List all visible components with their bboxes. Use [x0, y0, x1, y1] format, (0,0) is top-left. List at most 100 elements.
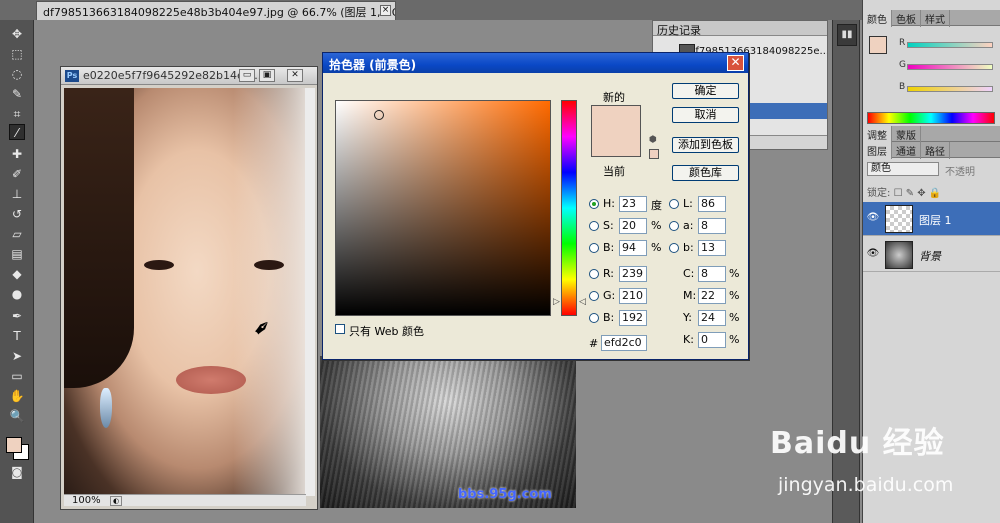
dialog-close-button[interactable]: ✕	[727, 55, 744, 71]
h-input[interactable]: 23	[619, 196, 647, 212]
new-color-swatch	[591, 105, 641, 157]
lab-b-radio[interactable]	[669, 243, 679, 253]
tab-layers[interactable]: 图层	[863, 142, 892, 159]
zoom-level[interactable]: 100%	[72, 495, 101, 506]
r-input[interactable]: 239	[619, 266, 647, 282]
minimize-button[interactable]: ▭	[239, 69, 255, 82]
layer-row[interactable]: 👁 图层 1	[863, 202, 1000, 236]
g-radio[interactable]	[589, 291, 599, 301]
b-slider[interactable]	[907, 86, 993, 92]
restore-button[interactable]: ▣	[259, 69, 275, 82]
portrait-image[interactable]: ✒	[64, 88, 306, 496]
dialog-title: 拾色器 (前景色)	[329, 58, 417, 72]
hue-arrow-left-icon[interactable]: ▷	[553, 297, 560, 307]
l-radio[interactable]	[669, 199, 679, 209]
crop-tool-icon[interactable]: ⌗	[9, 106, 25, 122]
k-input[interactable]: 0	[698, 332, 726, 348]
y-input[interactable]: 24	[698, 310, 726, 326]
r-slider[interactable]	[907, 42, 993, 48]
zoom-tool-icon[interactable]: 🔍	[9, 408, 25, 424]
l-input[interactable]: 86	[698, 196, 726, 212]
right-panel-dock: 颜色 色板 样式 R G B 调整 蒙版 图层 通道 路径 颜色 不透明 锁定: ☐ ✎ …	[862, 0, 1000, 523]
h-radio[interactable]	[589, 199, 599, 209]
color-field[interactable]	[335, 100, 551, 316]
lock-all-icon[interactable]: 🔒	[929, 188, 941, 199]
healing-brush-tool-icon[interactable]: ✚	[9, 146, 25, 162]
web-safe-cube-icon[interactable]: ⬢	[649, 135, 659, 145]
dialog-titlebar[interactable]: 拾色器 (前景色) ✕	[323, 53, 748, 73]
lab-b-input[interactable]: 13	[698, 240, 726, 256]
panel-dock-collapsed: ▮▮	[832, 20, 860, 523]
close-icon[interactable]: ×	[380, 5, 391, 16]
marquee-tool-icon[interactable]: ⬚	[9, 46, 25, 62]
lock-paint-icon[interactable]: ✎	[906, 188, 914, 199]
c-input[interactable]: 8	[698, 266, 726, 282]
hue-arrow-right-icon[interactable]: ◁	[579, 297, 586, 307]
b-input[interactable]: 94	[619, 240, 647, 256]
quick-mask-icon[interactable]: ◙	[9, 464, 25, 480]
quick-select-tool-icon[interactable]: ✎	[9, 86, 25, 102]
eraser-tool-icon[interactable]: ▱	[9, 226, 25, 242]
layers-tab-bar: 图层 通道 路径	[863, 142, 1000, 159]
tab-adjustments[interactable]: 调整	[863, 126, 892, 143]
close-button[interactable]: ✕	[287, 69, 303, 82]
eye-icon[interactable]: 👁	[866, 248, 880, 260]
gradient-tool-icon[interactable]: ▤	[9, 246, 25, 262]
lock-transparency-icon[interactable]: ☐	[894, 188, 903, 199]
color-spectrum[interactable]	[867, 112, 995, 124]
history-brush-tool-icon[interactable]: ↺	[9, 206, 25, 222]
m-input[interactable]: 22	[698, 288, 726, 304]
type-tool-icon[interactable]: T	[9, 328, 25, 344]
web-safe-swatch[interactable]	[649, 149, 659, 159]
blend-mode-select[interactable]: 颜色	[867, 162, 939, 176]
blue-radio[interactable]	[589, 313, 599, 323]
history-tab[interactable]: 历史记录	[653, 21, 827, 37]
a-radio[interactable]	[669, 221, 679, 231]
hand-tool-icon[interactable]: ✋	[9, 388, 25, 404]
r-radio[interactable]	[589, 269, 599, 279]
status-menu-icon[interactable]: ◐	[110, 496, 122, 506]
tab-paths[interactable]: 路径	[921, 142, 950, 159]
tools-panel: ✥ ⬚ ◌ ✎ ⌗ ⁄ ✚ ✐ ⊥ ↺ ▱ ▤ ◆ ● ✒ T ➤ ▭ ✋ 🔍 …	[0, 20, 34, 523]
ok-button[interactable]: 确定	[672, 83, 739, 99]
pen-tool-icon[interactable]: ✒	[9, 308, 25, 324]
panel-foreground-swatch[interactable]	[869, 36, 887, 54]
hue-slider[interactable]	[561, 100, 577, 316]
eyedropper-tool-icon[interactable]: ⁄	[9, 124, 25, 140]
cancel-button[interactable]: 取消	[672, 107, 739, 123]
tab-channels[interactable]: 通道	[892, 142, 921, 159]
s-radio[interactable]	[589, 221, 599, 231]
tab-swatches[interactable]: 色板	[892, 10, 921, 27]
lock-move-icon[interactable]: ✥	[917, 188, 925, 199]
shape-tool-icon[interactable]: ▭	[9, 368, 25, 384]
web-colors-only-checkbox[interactable]	[335, 324, 345, 334]
clone-stamp-tool-icon[interactable]: ⊥	[9, 186, 25, 202]
a-input[interactable]: 8	[698, 218, 726, 234]
brush-tool-icon[interactable]: ✐	[9, 166, 25, 182]
hex-input[interactable]: efd2c0	[601, 335, 647, 351]
lock-row: 锁定: ☐ ✎ ✥ 🔒	[867, 184, 941, 199]
blur-tool-icon[interactable]: ◆	[9, 266, 25, 282]
tab-color[interactable]: 颜色	[863, 10, 892, 27]
document-window-titlebar[interactable]: Ps e0220e5f7f9645292e82b14e4... ▭ ▣ ✕	[61, 67, 317, 85]
foreground-color-swatch[interactable]	[6, 437, 22, 453]
b-radio[interactable]	[589, 243, 599, 253]
color-picker-circle[interactable]	[374, 110, 384, 120]
history-panel-icon[interactable]: ▮▮	[837, 24, 857, 46]
path-select-tool-icon[interactable]: ➤	[9, 348, 25, 364]
lasso-tool-icon[interactable]: ◌	[9, 66, 25, 82]
g-slider[interactable]	[907, 64, 993, 70]
vertical-scrollbar[interactable]	[305, 88, 315, 496]
color-library-button[interactable]: 颜色库	[672, 165, 739, 181]
s-input[interactable]: 20	[619, 218, 647, 234]
move-tool-icon[interactable]: ✥	[9, 26, 25, 42]
blue-input[interactable]: 192	[619, 310, 647, 326]
tab-masks[interactable]: 蒙版	[892, 126, 921, 143]
eye-icon[interactable]: 👁	[866, 212, 880, 224]
tab-styles[interactable]: 样式	[921, 10, 950, 27]
document-tab[interactable]: df798513663184098225e48b3b404e97.jpg @ 6…	[36, 1, 396, 20]
add-to-swatches-button[interactable]: 添加到色板	[672, 137, 739, 153]
dodge-tool-icon[interactable]: ●	[9, 286, 25, 302]
g-input[interactable]: 210	[619, 288, 647, 304]
layer-row[interactable]: 👁 背景	[863, 238, 1000, 272]
